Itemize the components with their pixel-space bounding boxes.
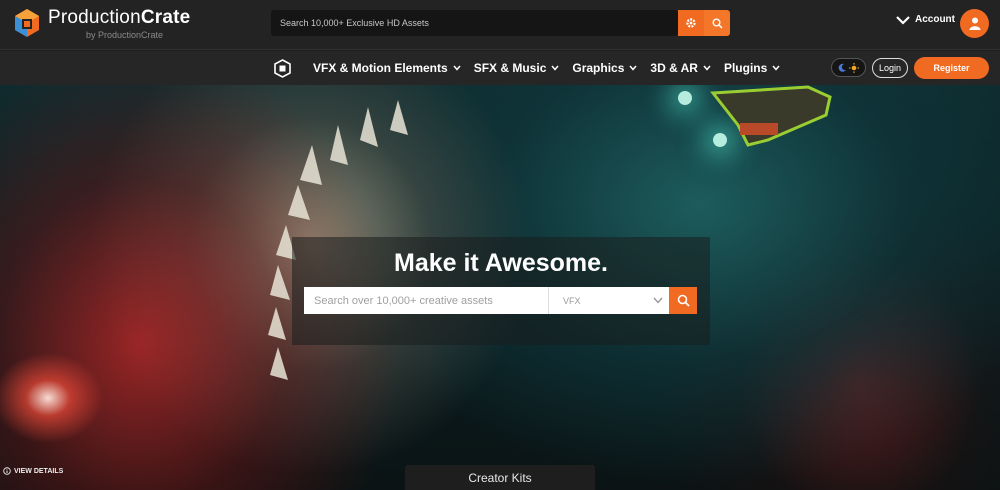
nav-item-label: Plugins <box>723 61 768 75</box>
light-beam <box>678 91 692 105</box>
chevron-down-icon <box>629 65 637 71</box>
top-search-input[interactable] <box>271 10 678 36</box>
hero-search-button[interactable] <box>669 287 697 314</box>
brand-tagline: by ProductionCrate <box>86 30 164 40</box>
top-search-box <box>271 10 678 36</box>
chevron-down-icon <box>551 65 559 71</box>
chevron-down-icon <box>896 15 910 25</box>
nav-item-label: Graphics <box>572 61 625 75</box>
chevron-down-icon <box>703 65 711 71</box>
chevron-down-icon <box>653 297 663 304</box>
nav-bar: VFX & Motion Elements SFX & Music Graphi… <box>0 51 1000 85</box>
main-nav: VFX & Motion Elements SFX & Music Graphi… <box>313 61 793 75</box>
nav-item-label: VFX & Motion Elements <box>313 61 448 75</box>
nav-item-sfx[interactable]: SFX & Music <box>474 61 560 75</box>
moon-icon <box>838 63 846 72</box>
chevron-down-icon <box>772 65 780 71</box>
nav-item-plugins[interactable]: Plugins <box>724 61 780 75</box>
user-icon <box>969 17 980 30</box>
brand-name[interactable]: ProductionCrate <box>48 7 190 29</box>
nav-item-label: 3D & AR <box>650 61 698 75</box>
nav-item-label: SFX & Music <box>473 61 547 75</box>
brand-name-part: Production <box>48 7 141 28</box>
hero-banner: Make it Awesome. VFX VIEW DETAILS Creato… <box>0 85 1000 490</box>
view-details-label: VIEW DETAILS <box>14 467 64 475</box>
category-selected-value: VFX <box>563 295 581 306</box>
top-search-button[interactable] <box>704 10 730 36</box>
register-button[interactable]: Register <box>914 57 989 79</box>
crate-nav-icon[interactable] <box>273 59 292 78</box>
login-button[interactable]: Login <box>872 58 908 78</box>
nav-item-vfx[interactable]: VFX & Motion Elements <box>313 61 461 75</box>
nav-item-graphics[interactable]: Graphics <box>572 61 637 75</box>
search-icon <box>677 294 690 307</box>
hero-search-box <box>304 287 548 314</box>
search-settings-button[interactable] <box>678 10 704 36</box>
productioncrate-logo[interactable] <box>14 8 40 38</box>
account-label: Account <box>915 14 955 25</box>
nav-item-3d-ar[interactable]: 3D & AR <box>650 61 711 75</box>
gear-icon <box>686 18 696 28</box>
theme-toggle[interactable] <box>831 58 866 77</box>
hero-search-input[interactable] <box>304 287 548 314</box>
avatar[interactable] <box>960 9 989 38</box>
top-bar: ProductionCrate by ProductionCrate Accou… <box>0 0 1000 50</box>
info-icon <box>3 467 11 475</box>
search-icon <box>712 18 723 29</box>
submarine-illustration <box>710 85 832 147</box>
sun-icon <box>849 62 859 73</box>
account-menu[interactable]: Account <box>896 14 955 25</box>
creator-kits-tab[interactable]: Creator Kits <box>405 465 595 490</box>
brand-name-part-bold: Crate <box>140 7 191 28</box>
chevron-down-icon <box>453 65 461 71</box>
category-select[interactable]: VFX <box>548 287 669 314</box>
hero-headline: Make it Awesome. <box>394 249 608 277</box>
view-details-link[interactable]: VIEW DETAILS <box>3 467 63 475</box>
